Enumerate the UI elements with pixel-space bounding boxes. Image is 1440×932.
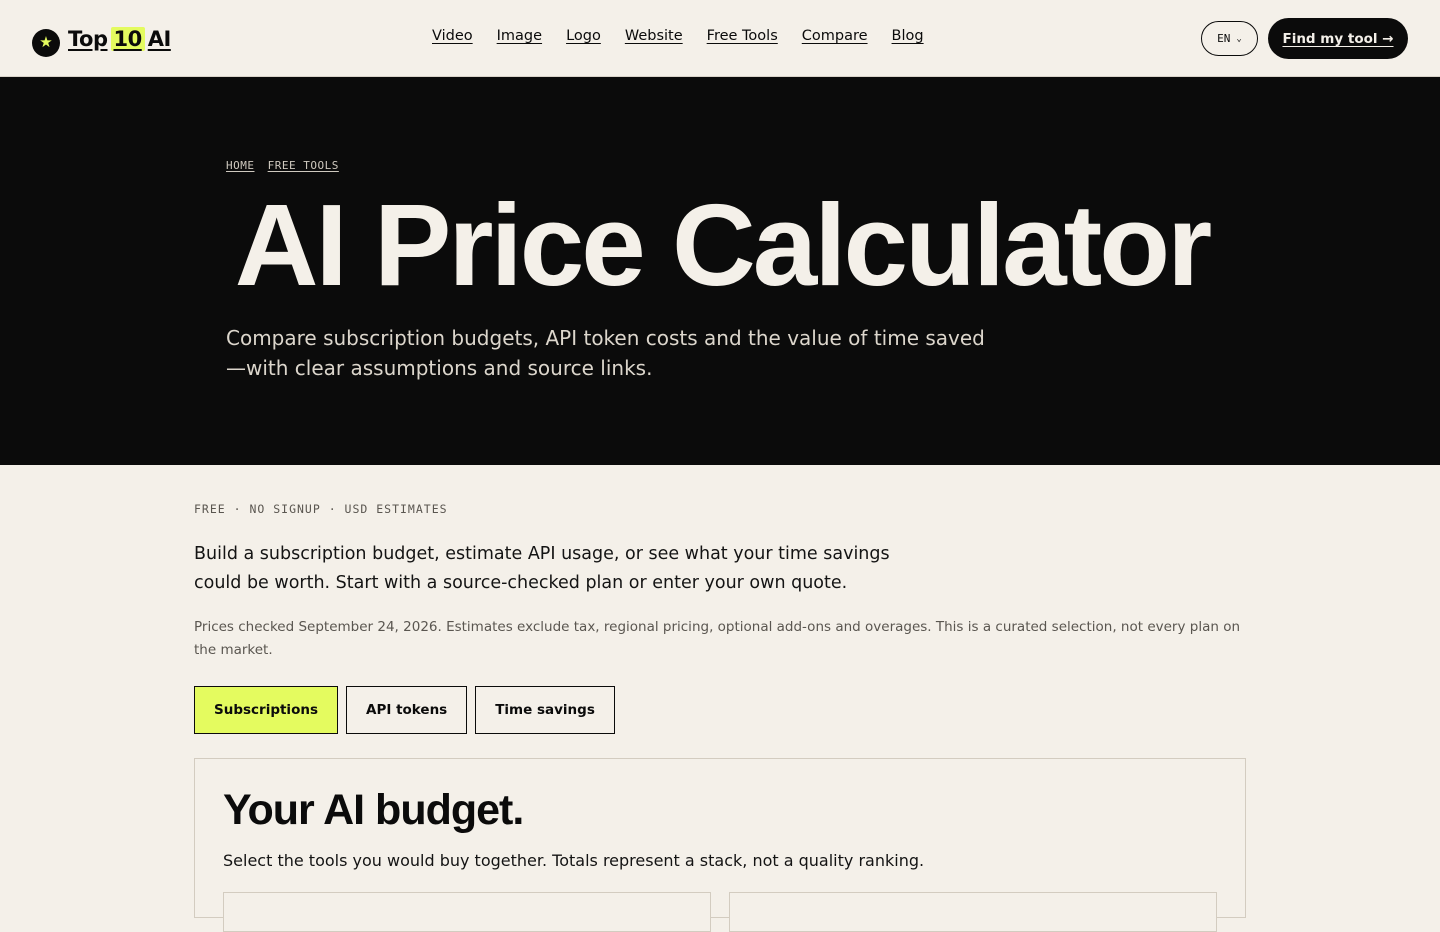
breadcrumb-free-tools[interactable]: FREE TOOLS xyxy=(268,159,339,172)
logo-number: 10 xyxy=(110,27,145,51)
site-logo[interactable]: ★ Top 10 AI xyxy=(32,22,171,57)
hero-subtitle: Compare subscription budgets, API token … xyxy=(226,326,985,380)
pricing-note: Prices checked September 24, 2026. Estim… xyxy=(194,619,1241,658)
budget-card: Your AI budget. Select the tools you wou… xyxy=(194,758,1246,932)
site-header: ★ Top 10 AI Video Image Logo Website Fre… xyxy=(0,0,1440,77)
budget-title: Your AI budget. xyxy=(223,786,524,834)
budget-subtitle: Select the tools you would buy together.… xyxy=(223,851,925,870)
tab-time-savings[interactable]: Time savings xyxy=(475,686,615,734)
page-title: AI Price Calculator xyxy=(234,180,1212,310)
logo-word-ai: AI xyxy=(147,27,172,51)
tool-panel-left xyxy=(223,892,711,932)
logo-word-top: Top xyxy=(68,27,108,51)
nav-link-video[interactable]: Video xyxy=(432,28,473,44)
tool-panel-right xyxy=(729,892,1217,932)
hero-section: HOME FREE TOOLS AI Price Calculator Comp… xyxy=(0,77,1440,465)
breadcrumb: HOME FREE TOOLS xyxy=(226,159,345,172)
chevron-down-icon: ⌄ xyxy=(1236,33,1242,44)
eyebrow-label: FREE · NO SIGNUP · USD ESTIMATES xyxy=(194,502,448,516)
logo-wordmark: Top 10 AI xyxy=(68,27,171,51)
main-nav: Video Image Logo Website Free Tools Comp… xyxy=(432,28,924,44)
nav-link-compare[interactable]: Compare xyxy=(802,28,868,44)
tab-subscriptions[interactable]: Subscriptions xyxy=(194,686,338,734)
language-label: EN xyxy=(1217,32,1231,45)
breadcrumb-home[interactable]: HOME xyxy=(226,159,255,172)
nav-link-logo[interactable]: Logo xyxy=(566,28,601,44)
nav-link-website[interactable]: Website xyxy=(625,28,683,44)
calculator-tabs: Subscriptions API tokens Time savings xyxy=(194,686,623,734)
tab-api-tokens[interactable]: API tokens xyxy=(346,686,468,734)
nav-link-blog[interactable]: Blog xyxy=(892,28,924,44)
language-selector[interactable]: EN ⌄ xyxy=(1201,21,1258,56)
nav-link-free-tools[interactable]: Free Tools xyxy=(707,28,778,44)
intro-text: Build a subscription budget, estimate AP… xyxy=(194,544,890,593)
nav-link-image[interactable]: Image xyxy=(497,28,542,44)
star-icon: ★ xyxy=(32,28,60,57)
find-my-tool-button[interactable]: Find my tool → xyxy=(1268,18,1408,59)
